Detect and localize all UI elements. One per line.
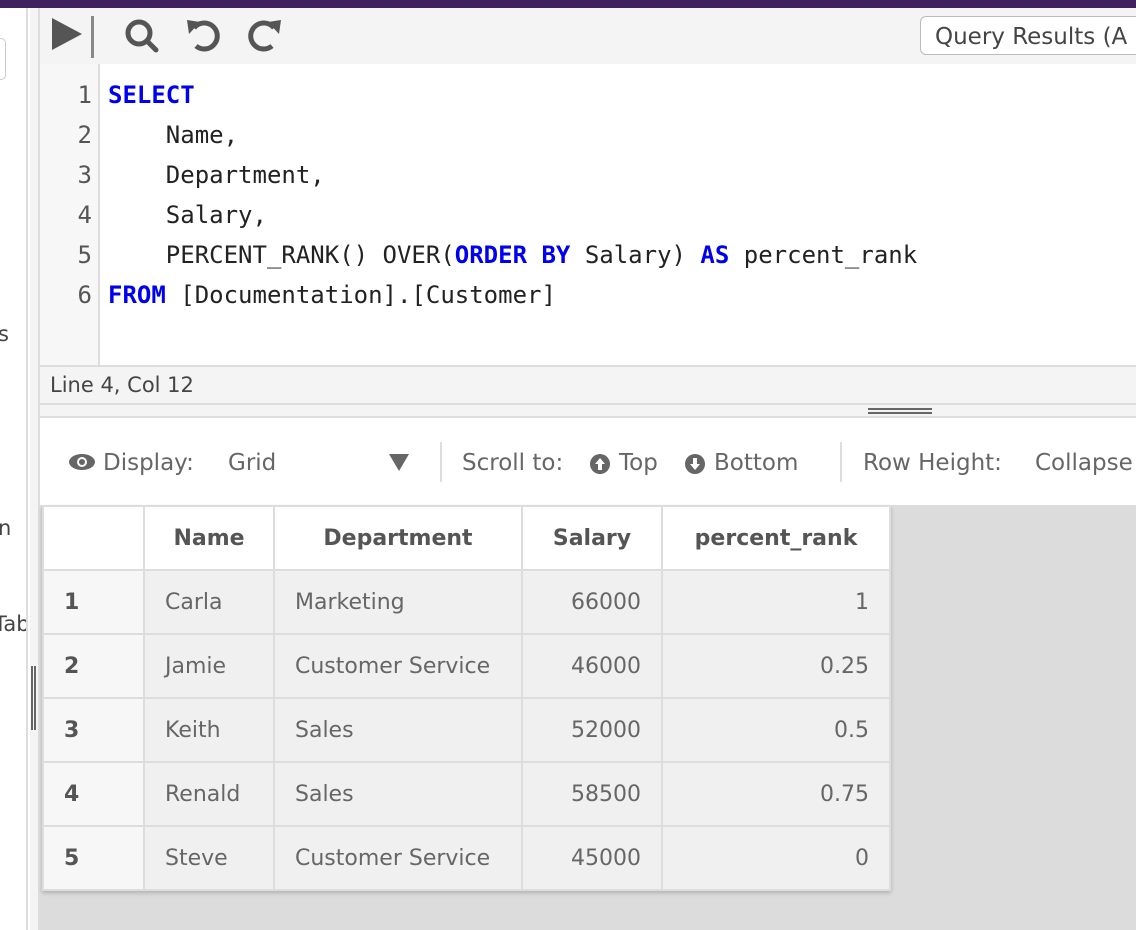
table-cell[interactable]: Renald [143, 761, 275, 827]
redo-icon[interactable] [244, 16, 284, 56]
results-grid: Name Department Salary percent_rank 1 Carla M… [42, 505, 891, 891]
table-cell[interactable]: 0 [661, 825, 891, 891]
row-height-select[interactable]: Collapse [1035, 450, 1133, 476]
sidebar-input[interactable] [0, 38, 6, 80]
scroll-top-button[interactable]: Top [619, 450, 658, 476]
chevron-down-icon[interactable] [388, 452, 410, 478]
table-cell[interactable]: 66000 [521, 569, 663, 635]
table-row[interactable]: 1 Carla Marketing 66000 1 [42, 569, 891, 635]
undo-icon[interactable] [184, 16, 224, 56]
sql-text: Name, [108, 121, 239, 149]
column-header[interactable]: Name [143, 505, 275, 571]
table-cell[interactable]: Sales [273, 761, 523, 827]
table-cell[interactable]: Sales [273, 697, 523, 763]
code-line[interactable]: SELECT [108, 68, 195, 109]
row-number[interactable]: 1 [42, 569, 145, 635]
code-line[interactable]: Department, [108, 148, 325, 189]
table-cell[interactable]: 0.5 [661, 697, 891, 763]
table-cell[interactable]: 0.25 [661, 633, 891, 699]
line-number: 1 [77, 81, 92, 109]
table-cell[interactable]: Carla [143, 569, 275, 635]
sql-text: percent_rank [729, 241, 918, 269]
left-sidebar: s n Tab [0, 8, 28, 930]
splitter-handle[interactable] [868, 408, 932, 414]
column-header[interactable]: percent_rank [661, 505, 891, 571]
code-line[interactable]: FROM [Documentation].[Customer] [108, 268, 556, 309]
scroll-bottom-button[interactable]: Bottom [714, 450, 798, 476]
column-header[interactable]: Salary [521, 505, 663, 571]
sidebar-label[interactable]: n [0, 516, 11, 540]
sidebar-label[interactable]: Tab [0, 612, 26, 636]
sidebar-label[interactable]: s [0, 322, 9, 346]
display-select[interactable]: Grid [228, 450, 276, 476]
row-number[interactable]: 4 [42, 761, 145, 827]
arrow-up-circle-icon[interactable] [590, 454, 610, 480]
window-top-bar [0, 0, 1136, 8]
sql-keyword: SELECT [108, 81, 195, 109]
table-row[interactable]: 3 Keith Sales 52000 0.5 [42, 697, 891, 763]
results-toolbar: Display: Grid Scroll to: Top Bottom Row … [40, 418, 1136, 505]
code-line[interactable]: PERCENT_RANK() OVER(ORDER BY Salary) AS … [108, 228, 918, 269]
table-row[interactable]: 2 Jamie Customer Service 46000 0.25 [42, 633, 891, 699]
row-number[interactable]: 3 [42, 697, 145, 763]
table-cell[interactable]: Marketing [273, 569, 523, 635]
query-results-button[interactable]: Query Results (A [920, 16, 1136, 55]
table-cell[interactable]: 46000 [521, 633, 663, 699]
line-number: 4 [77, 201, 92, 229]
sql-keyword: FROM [108, 281, 166, 309]
code-line[interactable]: Name, [108, 108, 239, 149]
editor-toolbar: Query Results (A [40, 8, 1136, 64]
column-header[interactable]: Department [273, 505, 523, 571]
scroll-to-label: Scroll to: [462, 450, 564, 476]
search-icon[interactable] [122, 16, 162, 56]
table-cell[interactable]: 0.75 [661, 761, 891, 827]
sql-text: Salary) [570, 241, 701, 269]
table-cell[interactable]: 45000 [521, 825, 663, 891]
row-height-label: Row Height: [863, 450, 1002, 476]
resize-handle[interactable] [31, 666, 36, 730]
sql-editor[interactable]: 123456 SELECT Name, Department, Salary, … [40, 64, 1136, 365]
pane-splitter[interactable] [40, 405, 1136, 418]
divider [440, 442, 442, 482]
table-cell[interactable]: 1 [661, 569, 891, 635]
line-number: 6 [77, 281, 92, 309]
sql-text: Department, [108, 161, 325, 189]
table-row[interactable]: 5 Steve Customer Service 45000 0 [42, 825, 891, 891]
sql-keyword: AS [700, 241, 730, 269]
line-number: 3 [77, 161, 92, 189]
table-row[interactable]: 4 Renald Sales 58500 0.75 [42, 761, 891, 827]
sql-keyword: ORDER BY [454, 241, 571, 269]
table-cell[interactable]: Steve [143, 825, 275, 891]
table-cell[interactable]: Customer Service [273, 633, 523, 699]
sql-text: PERCENT_RANK() OVER( [108, 241, 455, 269]
column-header[interactable] [42, 505, 145, 571]
table-cell[interactable]: 52000 [521, 697, 663, 763]
divider [840, 442, 842, 482]
sidebar-resizer[interactable] [30, 8, 40, 930]
results-grid-area: Name Department Salary percent_rank 1 Carla M… [40, 505, 1136, 930]
display-label: Display: [103, 450, 194, 476]
arrow-down-circle-icon[interactable] [685, 454, 705, 480]
table-cell[interactable]: Customer Service [273, 825, 523, 891]
sql-text: Salary, [108, 201, 267, 229]
line-number: 2 [77, 121, 92, 149]
run-icon[interactable] [50, 16, 100, 58]
row-number[interactable]: 2 [42, 633, 145, 699]
table-cell[interactable]: Keith [143, 697, 275, 763]
table-cell[interactable]: Jamie [143, 633, 275, 699]
sql-text: [Documentation].[Customer] [165, 281, 556, 309]
table-cell[interactable]: 58500 [521, 761, 663, 827]
cursor-position: Line 4, Col 12 [40, 365, 1136, 405]
line-number: 5 [77, 241, 92, 269]
eye-icon [68, 452, 96, 478]
code-line[interactable]: Salary, [108, 188, 267, 229]
line-number-gutter: 1 2 3 4 5 6 [40, 64, 100, 365]
row-number[interactable]: 5 [42, 825, 145, 891]
